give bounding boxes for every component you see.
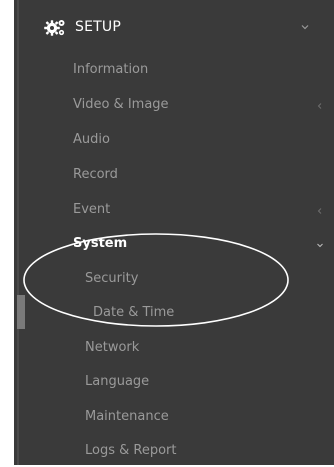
submenu-item-label: Logs & Report	[85, 443, 177, 458]
chevron-left-icon	[317, 103, 322, 109]
submenu-item-security[interactable]: Security	[14, 265, 334, 295]
submenu-item-language[interactable]: Language	[14, 368, 334, 398]
setup-header-label: SETUP	[75, 19, 121, 35]
submenu-item-maintenance[interactable]: Maintenance	[14, 403, 334, 433]
submenu-item-label: Language	[85, 374, 150, 389]
menu-item-information[interactable]: Information	[14, 56, 334, 86]
menu-item-video-image[interactable]: Video & Image	[14, 91, 334, 121]
submenu-item-label: Date & Time	[93, 305, 175, 320]
menu-item-system[interactable]: System	[14, 230, 334, 260]
menu-item-label: Audio	[73, 132, 110, 147]
menu-item-label: Information	[73, 62, 149, 77]
menu-item-audio[interactable]: Audio	[14, 126, 334, 156]
menu-item-label: Record	[73, 167, 118, 182]
submenu-item-label: Network	[85, 340, 140, 355]
submenu-item-date-time[interactable]: Date & Time	[14, 299, 334, 329]
menu-item-label: Video & Image	[73, 97, 169, 112]
submenu-item-network[interactable]: Network	[14, 334, 334, 364]
submenu-item-label: Maintenance	[85, 409, 169, 424]
chevron-down-icon	[317, 243, 323, 248]
menu-item-event[interactable]: Event	[14, 196, 334, 226]
chevron-down-icon	[301, 25, 309, 30]
setup-header[interactable]: SETUP	[14, 10, 334, 46]
menu-item-label: Event	[73, 202, 111, 217]
gears-icon	[44, 20, 65, 36]
submenu-item-logs-report[interactable]: Logs & Report	[14, 437, 334, 467]
menu-item-record[interactable]: Record	[14, 161, 334, 191]
menu-item-label: System	[73, 236, 128, 251]
chevron-left-icon	[317, 208, 322, 214]
submenu-item-label: Security	[85, 271, 139, 286]
